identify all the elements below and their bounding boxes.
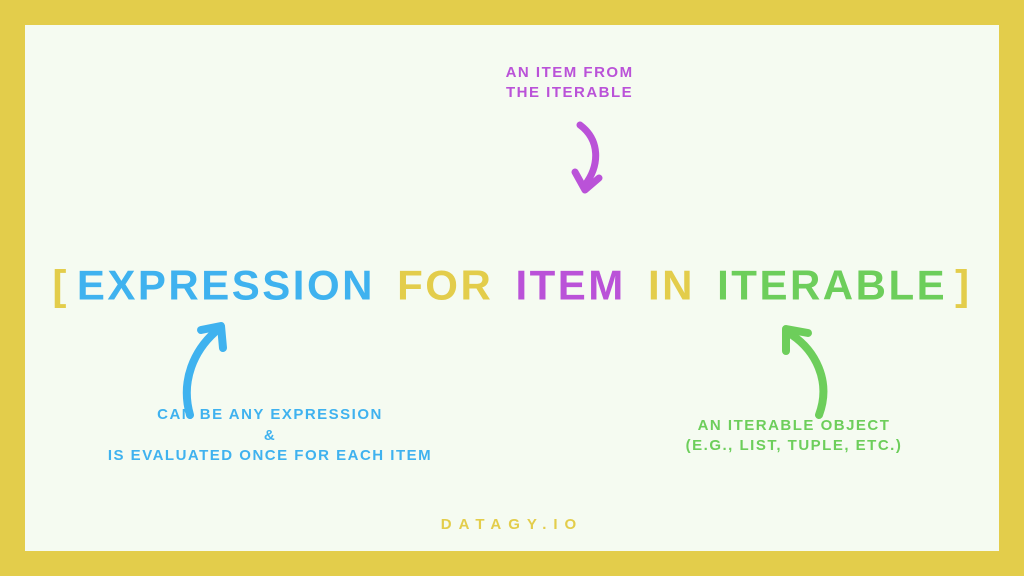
token-for: FOR bbox=[397, 262, 493, 309]
bracket-close: ] bbox=[955, 262, 972, 309]
annotation-iterable-line1: AN ITERABLE OBJECT bbox=[644, 416, 944, 436]
annotation-expression: CAN BE ANY EXPRESSION & IS EVALUATED ONC… bbox=[90, 405, 450, 466]
token-in: IN bbox=[648, 262, 695, 309]
arrow-iterable-icon bbox=[764, 325, 834, 420]
bracket-open: [ bbox=[52, 262, 69, 309]
footer-attribution: DATAGY.IO bbox=[441, 516, 583, 533]
annotation-iterable-line2: (E.G., LIST, TUPLE, ETC.) bbox=[644, 436, 944, 456]
diagram-canvas: AN ITEM FROM THE ITERABLE [EXPRESSION FO… bbox=[25, 25, 999, 551]
token-expression: EXPRESSION bbox=[77, 262, 375, 309]
arrow-item-icon bbox=[555, 120, 615, 200]
token-item: ITEM bbox=[515, 262, 625, 309]
annotation-iterable: AN ITERABLE OBJECT (E.G., LIST, TUPLE, E… bbox=[644, 416, 944, 457]
annotation-item-line1: AN ITEM FROM bbox=[506, 63, 634, 83]
annotation-expression-amp: & bbox=[90, 426, 450, 446]
annotation-expression-line1: CAN BE ANY EXPRESSION bbox=[90, 405, 450, 425]
annotation-expression-line2: IS EVALUATED ONCE FOR EACH ITEM bbox=[90, 446, 450, 466]
list-comprehension-syntax: [EXPRESSION FOR ITEM IN ITERABLE] bbox=[48, 262, 975, 310]
annotation-item: AN ITEM FROM THE ITERABLE bbox=[506, 63, 634, 104]
token-iterable: ITERABLE bbox=[717, 262, 947, 309]
annotation-item-line2: THE ITERABLE bbox=[506, 83, 634, 103]
